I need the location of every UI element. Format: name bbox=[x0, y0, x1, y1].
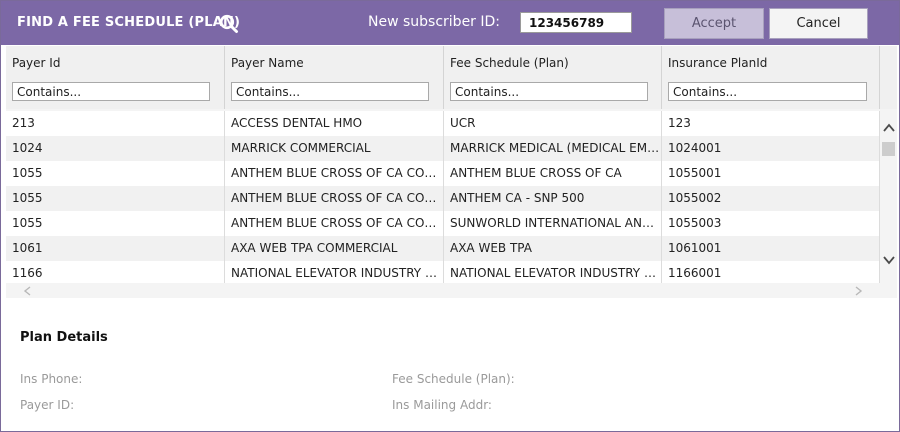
insurance-plan-id-cell: 1055001 bbox=[662, 161, 880, 186]
payer-id-cell: 1055 bbox=[6, 211, 225, 236]
fee-schedule-cell: MARRICK MEDICAL (MEDICAL EMPLOYEES) bbox=[444, 136, 662, 161]
column-header-payer-name[interactable]: Payer Name bbox=[225, 46, 444, 109]
cancel-button[interactable]: Cancel bbox=[769, 8, 868, 39]
plan-details-title: Plan Details bbox=[20, 330, 108, 345]
fee-schedule-label: Fee Schedule (Plan): bbox=[392, 372, 515, 386]
payer-name-cell: ANTHEM BLUE CROSS OF CA COMMERCIAL bbox=[225, 186, 444, 211]
payer-name-cell: ANTHEM BLUE CROSS OF CA COMMERCIAL bbox=[225, 161, 444, 186]
chevron-up-icon[interactable] bbox=[882, 121, 896, 135]
payer-id-cell: 213 bbox=[6, 111, 225, 136]
fee-schedule-cell: ANTHEM BLUE CROSS OF CA bbox=[444, 161, 662, 186]
table-row[interactable]: 1055 ANTHEM BLUE CROSS OF CA COMMERCIAL … bbox=[6, 161, 880, 186]
table-row[interactable]: 213 ACCESS DENTAL HMO UCR 123 bbox=[6, 111, 880, 136]
payer-id-cell: 1055 bbox=[6, 161, 225, 186]
ins-phone-label: Ins Phone: bbox=[20, 372, 83, 386]
payer-id-label: Payer ID: bbox=[20, 398, 75, 412]
column-label: Payer Id bbox=[12, 56, 61, 70]
table-row[interactable]: 1055 ANTHEM BLUE CROSS OF CA COMMERCIAL … bbox=[6, 211, 880, 236]
table-row[interactable]: 1061 AXA WEB TPA COMMERCIAL AXA WEB TPA … bbox=[6, 236, 880, 261]
scrollbar-thumb[interactable] bbox=[882, 142, 895, 156]
chevron-left-icon[interactable] bbox=[22, 285, 34, 297]
payer-name-cell: NATIONAL ELEVATOR INDUSTRY BENEFIT PLAN bbox=[225, 261, 444, 283]
column-label: Insurance PlanId bbox=[668, 56, 768, 70]
insurance-plan-id-cell: 1055003 bbox=[662, 211, 880, 236]
payer-name-cell: MARRICK COMMERCIAL bbox=[225, 136, 444, 161]
payer-id-cell: 1055 bbox=[6, 186, 225, 211]
fee-schedule-grid: Payer Id Payer Name Fee Schedule (Plan) … bbox=[6, 46, 897, 298]
fee-schedule-cell: SUNWORLD INTERNATIONAL ANTHEM bbox=[444, 211, 662, 236]
fee-schedule-cell: ANTHEM CA - SNP 500 bbox=[444, 186, 662, 211]
payer-name-cell: ACCESS DENTAL HMO bbox=[225, 111, 444, 136]
accept-button[interactable]: Accept bbox=[664, 8, 764, 39]
horizontal-scrollbar[interactable] bbox=[6, 283, 880, 298]
chevron-down-icon[interactable] bbox=[882, 253, 896, 267]
header-spacer bbox=[880, 46, 897, 109]
dialog-header: FIND A FEE SCHEDULE (PLAN) New subscribe… bbox=[1, 1, 899, 45]
fee-schedule-cell: UCR bbox=[444, 111, 662, 136]
payer-name-filter[interactable] bbox=[231, 82, 429, 101]
grid-rows: 213 ACCESS DENTAL HMO UCR 123 1024 MARRI… bbox=[6, 111, 880, 283]
vertical-scrollbar[interactable] bbox=[880, 111, 897, 298]
column-label: Payer Name bbox=[231, 56, 304, 70]
table-row[interactable]: 1055 ANTHEM BLUE CROSS OF CA COMMERCIAL … bbox=[6, 186, 880, 211]
mailing-address-label: Ins Mailing Addr: bbox=[392, 398, 492, 412]
search-icon[interactable] bbox=[219, 14, 239, 34]
fee-schedule-filter[interactable] bbox=[450, 82, 648, 101]
insurance-plan-id-filter[interactable] bbox=[668, 82, 867, 101]
subscriber-id-label: New subscriber ID: bbox=[368, 14, 501, 30]
payer-id-cell: 1061 bbox=[6, 236, 225, 261]
payer-name-cell: AXA WEB TPA COMMERCIAL bbox=[225, 236, 444, 261]
column-header-fee-schedule[interactable]: Fee Schedule (Plan) bbox=[444, 46, 662, 109]
column-header-payer-id[interactable]: Payer Id bbox=[6, 46, 225, 109]
payer-id-cell: 1166 bbox=[6, 261, 225, 283]
payer-id-filter[interactable] bbox=[12, 82, 210, 101]
column-label: Fee Schedule (Plan) bbox=[450, 56, 569, 70]
fee-schedule-cell: AXA WEB TPA bbox=[444, 236, 662, 261]
insurance-plan-id-cell: 1061001 bbox=[662, 236, 880, 261]
fee-schedule-cell: NATIONAL ELEVATOR INDUSTRY BENEFIT PLAN bbox=[444, 261, 662, 283]
table-row[interactable]: 1024 MARRICK COMMERCIAL MARRICK MEDICAL … bbox=[6, 136, 880, 161]
insurance-plan-id-cell: 1024001 bbox=[662, 136, 880, 161]
find-fee-schedule-dialog: FIND A FEE SCHEDULE (PLAN) New subscribe… bbox=[0, 0, 900, 432]
insurance-plan-id-cell: 1055002 bbox=[662, 186, 880, 211]
subscriber-id-input[interactable] bbox=[520, 12, 632, 33]
payer-id-cell: 1024 bbox=[6, 136, 225, 161]
chevron-right-icon[interactable] bbox=[852, 285, 864, 297]
insurance-plan-id-cell: 1166001 bbox=[662, 261, 880, 283]
table-row[interactable]: 1166 NATIONAL ELEVATOR INDUSTRY BENEFIT … bbox=[6, 261, 880, 283]
payer-name-cell: ANTHEM BLUE CROSS OF CA COMMERCIAL bbox=[225, 211, 444, 236]
column-header-insurance-plan-id[interactable]: Insurance PlanId bbox=[662, 46, 880, 109]
dialog-title: FIND A FEE SCHEDULE (PLAN) bbox=[17, 15, 241, 30]
insurance-plan-id-cell: 123 bbox=[662, 111, 880, 136]
